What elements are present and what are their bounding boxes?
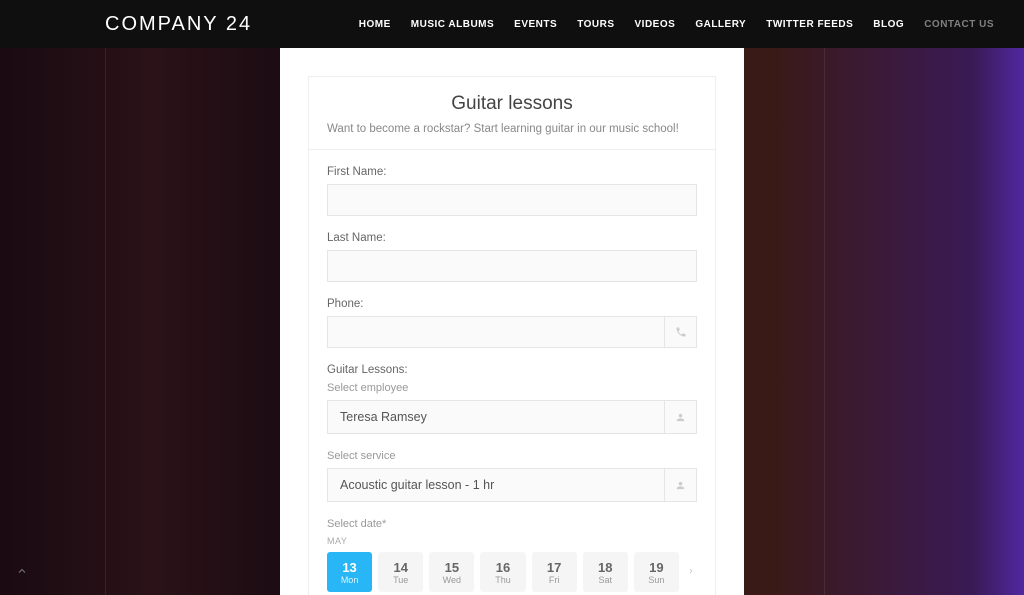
nav-item-tours[interactable]: TOURS (577, 19, 614, 30)
lessons-section-label: Guitar Lessons: (327, 364, 697, 376)
nav-item-videos[interactable]: VIDEOS (635, 19, 676, 30)
form-inner: Guitar lessons Want to become a rockstar… (308, 76, 716, 595)
date-number: 17 (547, 560, 561, 575)
service-value: Acoustic guitar lesson - 1 hr (328, 478, 664, 492)
phone-input[interactable] (327, 316, 665, 348)
nav-item-events[interactable]: EVENTS (514, 19, 557, 30)
scroll-to-top-button[interactable] (12, 561, 32, 581)
date-day: Fri (549, 575, 560, 585)
content: Guitar lessons Want to become a rockstar… (0, 48, 1024, 595)
nav-item-blog[interactable]: BLOG (873, 19, 904, 30)
nav-item-home[interactable]: HOME (359, 19, 391, 30)
nav-item-music-albums[interactable]: MUSIC ALBUMS (411, 19, 494, 30)
last-name-input[interactable] (327, 250, 697, 282)
phone-label: Phone: (327, 298, 697, 310)
date-number: 18 (598, 560, 612, 575)
date-picker-row: 13Mon14Tue15Wed16Thu17Fri18Sat19Sun (327, 552, 697, 592)
date-day: Tue (393, 575, 408, 585)
last-name-label: Last Name: (327, 232, 697, 244)
main-nav: HOME MUSIC ALBUMS EVENTS TOURS VIDEOS GALLERY… (359, 19, 994, 30)
employee-select[interactable]: Teresa Ramsey (327, 400, 697, 434)
date-cell[interactable]: 18Sat (583, 552, 628, 592)
form-body: First Name: Last Name: Phone: Guitar Les… (309, 150, 715, 595)
site-header: COMPANY 24 HOME MUSIC ALBUMS EVENTS TOURS VI… (0, 0, 1024, 48)
service-sublabel: Select service (327, 450, 697, 462)
person-icon (664, 401, 696, 433)
form-header: Guitar lessons Want to become a rockstar… (309, 77, 715, 150)
first-name-label: First Name: (327, 166, 697, 178)
date-cell[interactable]: 19Sun (634, 552, 679, 592)
date-day: Sat (599, 575, 613, 585)
date-cell[interactable]: 14Tue (378, 552, 423, 592)
nav-item-contact-us[interactable]: CONTACT US (924, 19, 994, 30)
phone-icon (665, 316, 697, 348)
date-cell[interactable]: 16Thu (480, 552, 525, 592)
nav-item-twitter-feeds[interactable]: TWITTER FEEDS (766, 19, 853, 30)
date-number: 14 (393, 560, 407, 575)
first-name-input[interactable] (327, 184, 697, 216)
date-number: 16 (496, 560, 510, 575)
month-label: MAY (327, 536, 697, 546)
date-day: Thu (495, 575, 511, 585)
date-cell[interactable]: 15Wed (429, 552, 474, 592)
date-cell[interactable]: 13Mon (327, 552, 372, 592)
logo[interactable]: COMPANY 24 (105, 13, 252, 36)
nav-item-gallery[interactable]: GALLERY (695, 19, 746, 30)
date-day: Wed (443, 575, 461, 585)
service-select[interactable]: Acoustic guitar lesson - 1 hr (327, 468, 697, 502)
booking-form-panel: Guitar lessons Want to become a rockstar… (280, 48, 744, 595)
date-number: 19 (649, 560, 663, 575)
form-subtitle: Want to become a rockstar? Start learnin… (327, 123, 697, 135)
date-number: 15 (445, 560, 459, 575)
employee-value: Teresa Ramsey (328, 410, 664, 424)
date-day: Sun (648, 575, 664, 585)
phone-group (327, 316, 697, 348)
date-number: 13 (342, 560, 356, 575)
service-icon (664, 469, 696, 501)
select-date-label: Select date* (327, 518, 697, 530)
employee-sublabel: Select employee (327, 382, 697, 394)
date-cell[interactable]: 17Fri (532, 552, 577, 592)
date-day: Mon (341, 575, 359, 585)
date-next-button[interactable] (685, 564, 697, 581)
form-title: Guitar lessons (327, 93, 697, 115)
